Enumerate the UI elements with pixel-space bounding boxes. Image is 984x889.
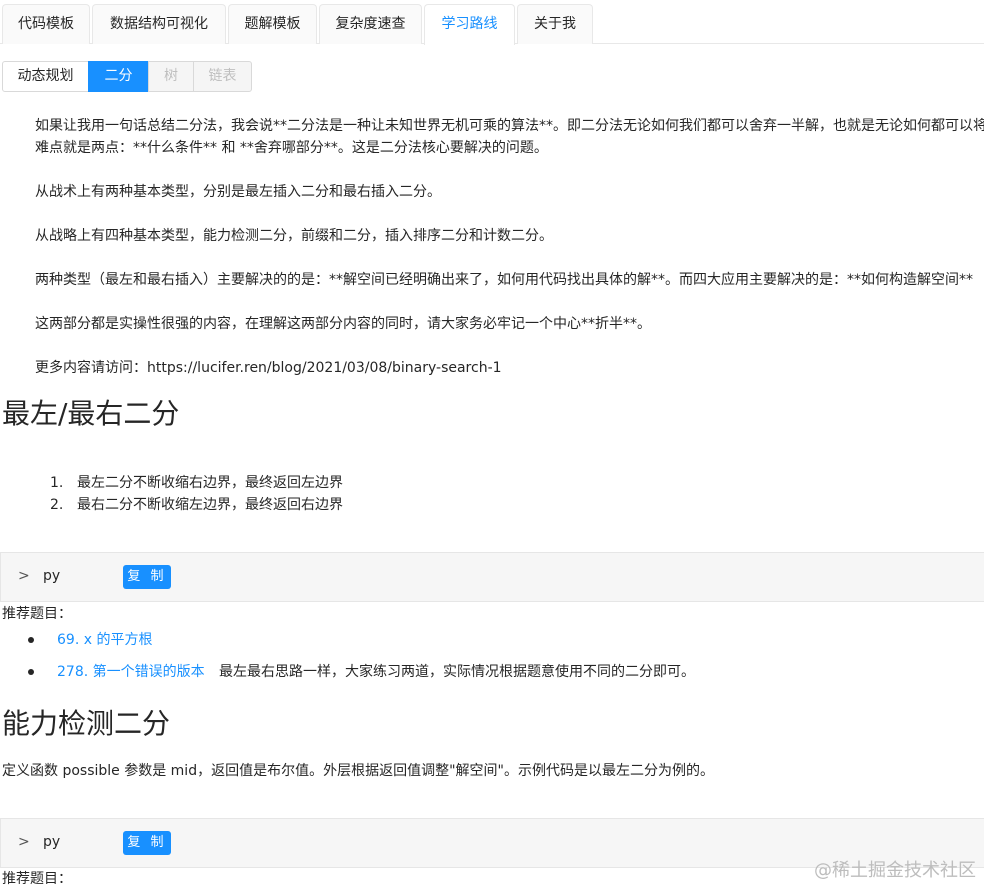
tab-complexity-cheatsheet[interactable]: 复杂度速查 [319,4,422,44]
section-title-leftmost-rightmost: 最左/最右二分 [2,396,179,432]
code-block-collapsed[interactable]: > py 复 制 [0,552,984,602]
section-description: 定义函数 possible 参数是 mid，返回值是布尔值。外层根据返回值调整"… [2,761,714,781]
subtab-binary-search[interactable]: 二分 [88,61,149,92]
section-title-capability-check: 能力检测二分 [2,706,170,742]
intro-paragraph: 从战略上有四种基本类型，能力检测二分，前缀和二分，插入排序二分和计数二分。 [35,226,553,246]
subtab-linked-list[interactable]: 链表 [193,61,252,92]
tab-code-templates[interactable]: 代码模板 [2,4,90,44]
recommend-label: 推荐题目： [2,604,72,624]
main-tab-bar: 代码模板 数据结构可视化 题解模板 复杂度速查 学习路线 关于我 [0,0,984,44]
tab-solution-templates[interactable]: 题解模板 [228,4,317,44]
bullet-icon [28,637,34,643]
recommend-note: 最左最右思路一样，大家练习两道，实际情况根据题意使用不同的二分即可。 [219,662,695,682]
tab-about-me[interactable]: 关于我 [517,4,593,44]
watermark: @稀土掘金技术社区 [814,856,976,882]
intro-paragraph: 两种类型（最左和最右插入）主要解决的的是：**解空间已经明确出来了，如何用代码找… [35,270,973,290]
chevron-right-icon[interactable]: > [18,568,30,584]
subtab-dynamic-programming[interactable]: 动态规划 [2,61,89,92]
intro-paragraph-line: 如果让我用一句话总结二分法，我会说**二分法是一种让未知世界无机可乘的算法**。… [35,116,984,136]
problem-link-278[interactable]: 278. 第一个错误的版本 [57,662,205,682]
list-item-number: 1. [50,473,63,493]
more-info-link-text: 更多内容请访问：https://lucifer.ren/blog/2021/03… [35,358,502,378]
intro-paragraph: 从战术上有两种基本类型，分别是最左插入二分和最右插入二分。 [35,182,441,202]
copy-button[interactable]: 复 制 [123,831,171,855]
list-item: 最右二分不断收缩左边界，最终返回右边界 [77,495,343,515]
code-language: py [43,834,60,850]
tab-data-structure-visualization[interactable]: 数据结构可视化 [92,4,226,44]
code-language: py [43,568,60,584]
list-item: 最左二分不断收缩右边界，最终返回左边界 [77,473,343,493]
intro-paragraph-line: 难点就是两点：**什么条件** 和 **舍弃哪部分**。这是二分法核心要解决的问… [35,138,548,158]
subtab-tree[interactable]: 树 [148,61,194,92]
tab-learning-path[interactable]: 学习路线 [424,4,515,45]
copy-button[interactable]: 复 制 [123,565,171,589]
problem-link-69[interactable]: 69. x 的平方根 [57,630,152,650]
list-item-number: 2. [50,495,63,515]
intro-paragraph: 这两部分都是实操性很强的内容，在理解这两部分内容的同时，请大家务必牢记一个中心*… [35,314,651,334]
bullet-icon [28,669,34,675]
recommend-label: 推荐题目： [2,869,72,889]
chevron-right-icon[interactable]: > [18,834,30,850]
